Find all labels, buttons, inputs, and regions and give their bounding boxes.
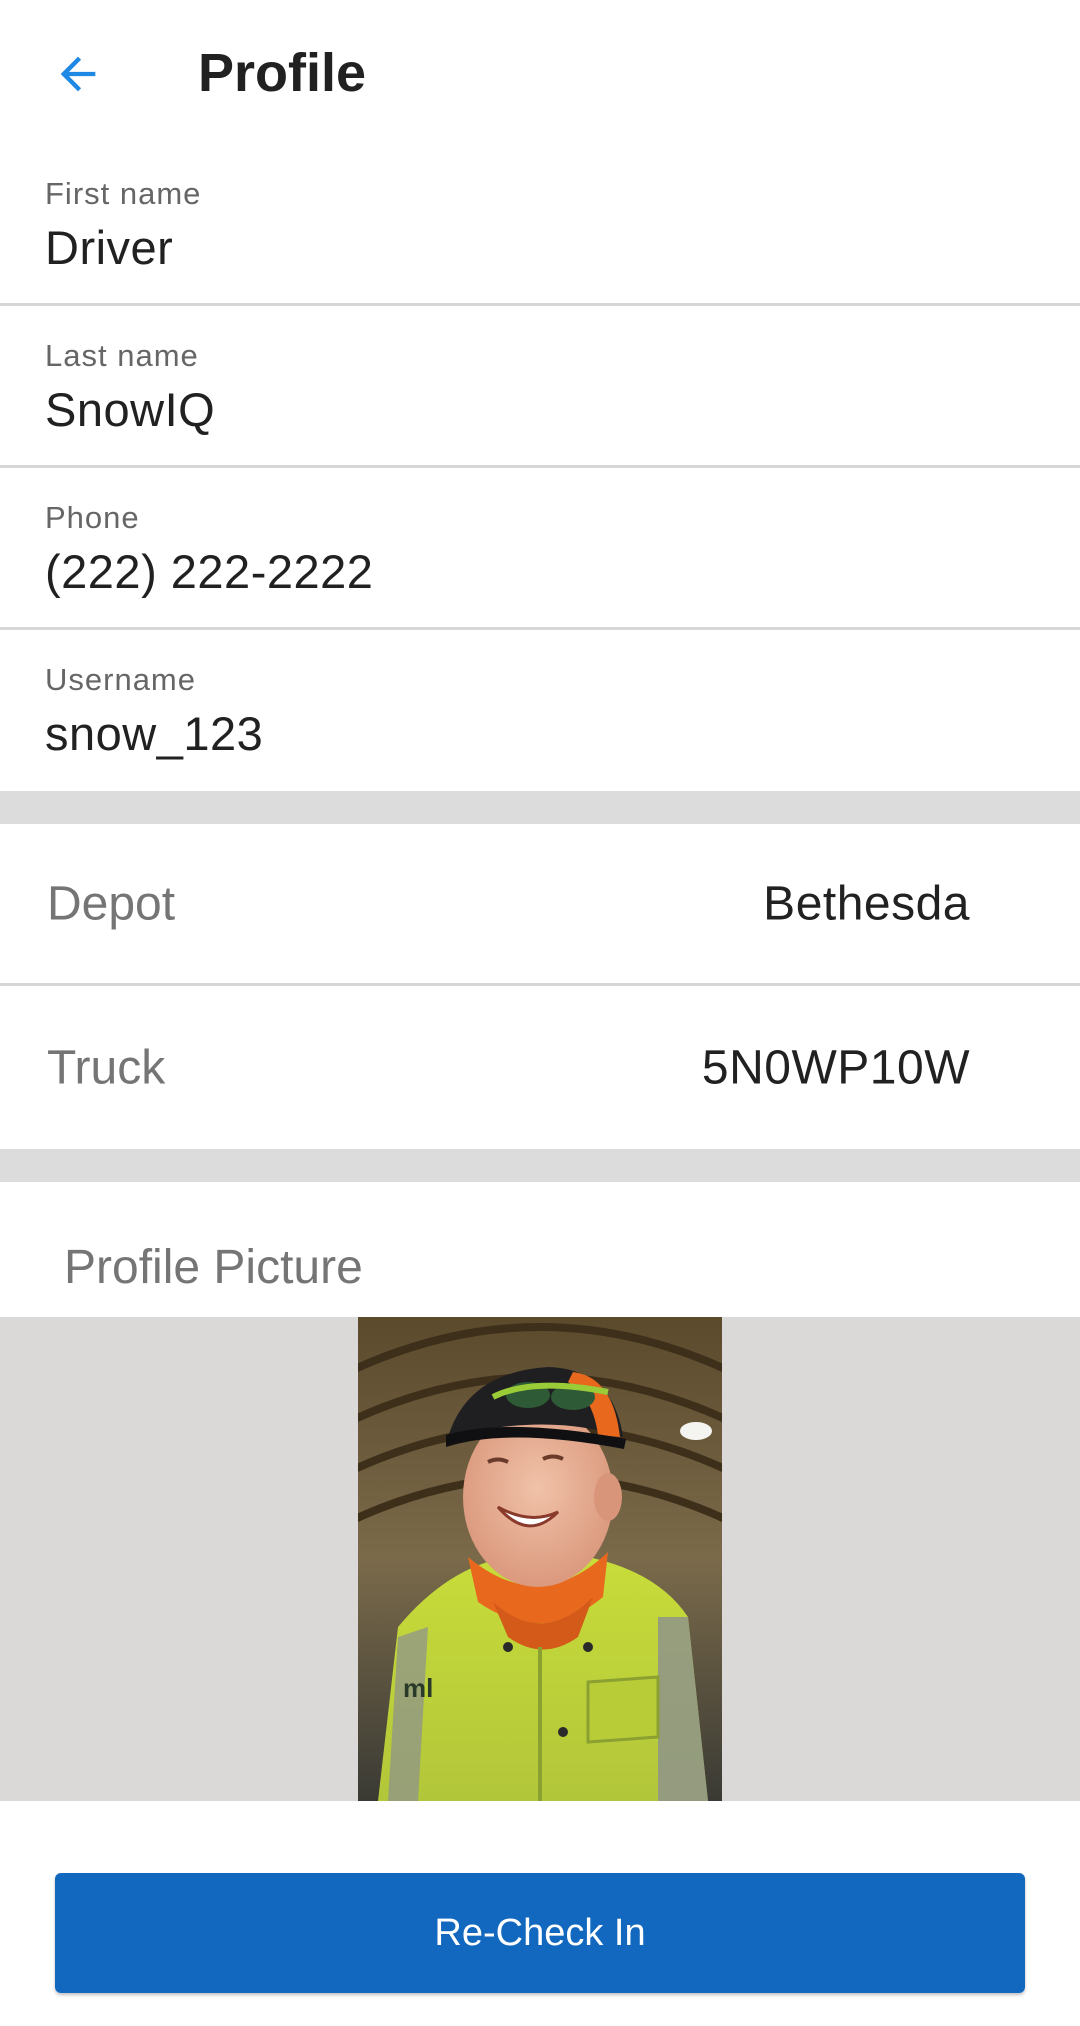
profile-picture-area: ml <box>0 1317 1080 1801</box>
app-bar: Profile <box>0 0 1080 146</box>
profile-screen: Profile First name Driver Last name Snow… <box>0 0 1080 2026</box>
phone-value: (222) 222-2222 <box>45 545 374 598</box>
phone-field[interactable]: Phone (222) 222-2222 <box>0 470 1080 630</box>
phone-label: Phone <box>45 500 140 535</box>
svg-text:ml: ml <box>403 1673 433 1703</box>
first-name-label: First name <box>45 176 202 211</box>
driver-photo: ml <box>358 1317 722 1801</box>
profile-picture-label: Profile Picture <box>64 1241 363 1294</box>
profile-photo[interactable]: ml <box>358 1317 722 1801</box>
depot-value: Bethesda <box>763 877 970 930</box>
truck-value: 5N0WP10W <box>701 1041 970 1095</box>
depot-label: Depot <box>47 877 176 930</box>
depot-row[interactable]: Depot Bethesda <box>0 824 1080 986</box>
back-button[interactable] <box>36 32 120 116</box>
truck-row[interactable]: Truck 5N0WP10W <box>0 987 1080 1149</box>
re-check-in-button[interactable]: Re-Check In <box>55 1873 1025 1993</box>
last-name-value: SnowIQ <box>45 383 216 436</box>
username-field[interactable]: Username snow_123 <box>0 632 1080 792</box>
last-name-field[interactable]: Last name SnowIQ <box>0 308 1080 468</box>
page-title: Profile <box>198 43 367 103</box>
username-label: Username <box>45 662 196 697</box>
first-name-field[interactable]: First name Driver <box>0 146 1080 306</box>
section-divider <box>0 1149 1080 1182</box>
last-name-label: Last name <box>45 338 199 373</box>
arrow-left-icon <box>60 56 96 92</box>
first-name-value: Driver <box>45 221 174 274</box>
truck-label: Truck <box>47 1041 166 1095</box>
section-divider <box>0 791 1080 824</box>
username-value: snow_123 <box>45 707 264 760</box>
